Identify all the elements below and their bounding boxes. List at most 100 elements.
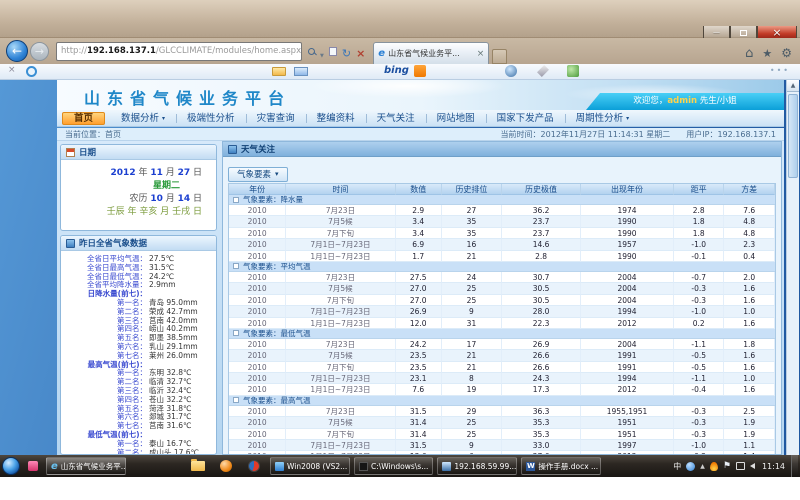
ime-indicator[interactable]: 中: [673, 461, 681, 472]
nav-item-5[interactable]: 整编资料: [306, 112, 366, 125]
forward-button[interactable]: [30, 42, 49, 61]
checkbox-icon[interactable]: [233, 330, 239, 336]
checkbox-icon[interactable]: [233, 397, 239, 403]
gear-icon[interactable]: [781, 42, 792, 61]
card-icon[interactable]: [272, 67, 286, 76]
table-row: 20107月1日~7月23日26.9928.01994-1.01.0: [229, 306, 775, 317]
tab-close-icon[interactable]: [477, 49, 485, 59]
table-cell: -0.3: [674, 283, 725, 294]
url-dropdown-icon[interactable]: [320, 42, 324, 61]
date-segment: 壬戌: [172, 207, 190, 217]
chevron-down-icon: ▾: [626, 115, 629, 122]
player-app-button[interactable]: [242, 457, 266, 475]
date-segment: 10: [150, 194, 163, 204]
toolbar-logo-icon[interactable]: [26, 66, 37, 77]
nav-item-8[interactable]: 国家下发产品: [486, 112, 565, 125]
lunar-date: 农历 10 月 14 日: [61, 193, 202, 206]
table-cell: 1990: [581, 251, 674, 262]
table-group-row[interactable]: 气象要素：最高气温: [229, 396, 775, 406]
table-group-row[interactable]: 气象要素：最低气温: [229, 329, 775, 339]
mail-icon[interactable]: [294, 67, 308, 76]
taskbar-clock[interactable]: 11:14: [762, 462, 785, 471]
table-cell: 1.1: [724, 440, 775, 451]
people-icon[interactable]: [567, 65, 579, 77]
flame-tray-icon[interactable]: [710, 462, 718, 471]
favorites-icon[interactable]: [762, 42, 772, 61]
back-button[interactable]: [6, 40, 28, 62]
system-tray: 中 ▲ 11:14: [673, 461, 787, 472]
table-cell: 22.3: [502, 318, 581, 329]
weather-panel-title: 昨日全省气象数据: [79, 237, 147, 249]
table-cell: 1.9: [724, 429, 775, 440]
solar-date: 2012 年 11 月 27 日: [61, 167, 202, 180]
table-cell: 1990: [581, 228, 674, 239]
screen: http://192.168.137.1/GLCCLIMATE/modules/…: [0, 0, 800, 500]
table-cell: 2004: [581, 272, 674, 283]
chevron-down-icon: [275, 169, 279, 179]
explorer-button[interactable]: [186, 457, 210, 475]
date-segment: 月: [157, 207, 172, 217]
refresh-icon[interactable]: [342, 42, 351, 61]
taskbar-app-button[interactable]: C:\Windows\s...: [354, 457, 433, 475]
home-icon[interactable]: [745, 42, 753, 61]
taskbar-ie-label: 山东省气候业务平...: [61, 461, 126, 472]
network-icon[interactable]: [736, 462, 745, 470]
pinned-app-icon[interactable]: [28, 461, 38, 471]
nav-item-2[interactable]: 数据分析▾: [110, 112, 176, 125]
bottom-strip: [0, 477, 800, 500]
taskbar-ie-button[interactable]: 山东省气候业务平...: [46, 457, 126, 475]
taskbar-app-button[interactable]: 192.168.59.99...: [437, 457, 517, 475]
taskbar-app-button[interactable]: W操作手册.docx ...: [521, 457, 601, 475]
table-cell: 16: [442, 239, 502, 250]
bing-button-icon[interactable]: [414, 65, 426, 77]
search-icon[interactable]: [308, 48, 315, 55]
new-tab-button[interactable]: [492, 49, 507, 64]
nav-item-6[interactable]: 天气关注: [366, 112, 426, 125]
action-center-icon[interactable]: [723, 461, 731, 471]
table-cell: 0.4: [724, 251, 775, 262]
nav-item-label: 数据分析: [121, 113, 159, 124]
camera-icon[interactable]: [505, 65, 517, 77]
table-cell: 28.0: [502, 306, 581, 317]
date-segment: 壬辰: [107, 207, 125, 217]
tools-icon[interactable]: [537, 65, 549, 77]
bing-logo[interactable]: bing: [384, 65, 409, 76]
tray-app-icon[interactable]: [686, 462, 695, 471]
nav-item-3[interactable]: 极端性分析: [176, 112, 246, 125]
table-cell: 7月下旬: [286, 362, 395, 373]
table-cell: 2010: [229, 440, 286, 451]
table-group-row[interactable]: 气象要素：平均气温: [229, 262, 775, 272]
checkbox-icon[interactable]: [233, 197, 239, 203]
media-app-button[interactable]: [214, 457, 238, 475]
table-row: 20107月5候23.52126.61991-0.51.6: [229, 350, 775, 361]
page-scrollbar[interactable]: [786, 80, 799, 455]
tray-expand-icon[interactable]: ▲: [700, 463, 705, 470]
url-field[interactable]: http://192.168.137.1/GLCCLIMATE/modules/…: [56, 42, 302, 61]
show-desktop-button[interactable]: [791, 455, 798, 477]
table-group-row[interactable]: 气象要素：降水量: [229, 195, 775, 205]
table-cell: 21: [442, 350, 502, 361]
nav-item-1[interactable]: 首页: [62, 112, 105, 125]
table-cell: 7月1日~7月23日: [286, 373, 395, 384]
checkbox-icon[interactable]: [233, 263, 239, 269]
scroll-up-icon[interactable]: [787, 80, 799, 92]
table-cell: 30.7: [502, 272, 581, 283]
scrollbar-thumb[interactable]: [788, 94, 798, 178]
volume-icon[interactable]: [750, 463, 755, 469]
toolbar-more-icon[interactable]: •••: [770, 66, 790, 75]
toolbar-close-icon[interactable]: ×: [8, 65, 16, 75]
element-filter-button[interactable]: 气象要素: [228, 167, 288, 182]
start-button[interactable]: [2, 457, 20, 475]
nav-item-4[interactable]: 灾害查询: [246, 112, 306, 125]
table-cell: 1991: [581, 362, 674, 373]
stop-icon[interactable]: [356, 42, 365, 61]
weekday: 星期二: [61, 180, 202, 193]
browser-tab[interactable]: 山东省气候业务平...: [373, 42, 489, 64]
nav-item-9[interactable]: 周期性分析▾: [565, 112, 641, 125]
taskbar-app-button[interactable]: Win2008 (VS2...: [270, 457, 350, 475]
nav-item-7[interactable]: 网站地图: [426, 112, 486, 125]
compatibility-view-icon[interactable]: [329, 47, 337, 56]
table-cell: 1.6: [724, 350, 775, 361]
column-header: 距平: [674, 184, 725, 195]
date-segment: 年: [125, 207, 140, 217]
